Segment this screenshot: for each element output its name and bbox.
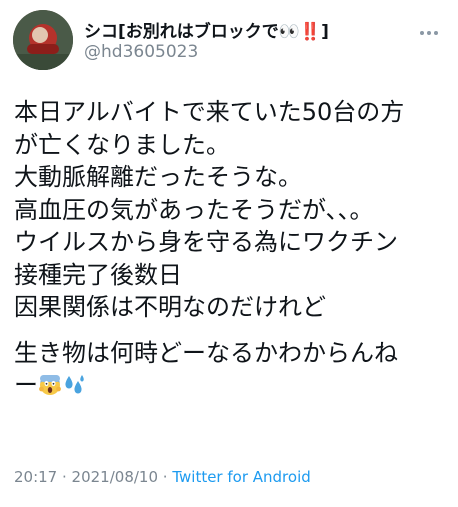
tweet-line: ウイルスから身を守る為にワクチン (14, 228, 398, 256)
tweet-line: 接種完了後数日 (14, 260, 182, 289)
tweet-line: 因果関係は不明なのだけれど (14, 293, 326, 321)
tweet-line: 高血圧の気があったそうだが、、。 (14, 195, 374, 224)
tweet-line: 生き物は何時どーなるかわからんね (14, 338, 398, 367)
dot (427, 31, 431, 35)
tweet-card: シコ[お別れはブロックで👀‼️] @hd3605023 本日アルバイトで来ていた… (0, 0, 458, 507)
tweet-text: 本日アルバイトで来ていた50台の方 が亡くなりました。 大動脈解離だったそうな。… (14, 96, 450, 402)
tweet-meta: 20:17 · 2021/08/10 · Twitter for Android (14, 468, 311, 486)
tweet-source-link[interactable]: Twitter for Android (172, 468, 310, 486)
dot (434, 31, 438, 35)
meta-separator: · (57, 468, 72, 486)
sweat-droplets-icon (65, 375, 84, 394)
face-screaming-in-fear-icon (39, 375, 61, 395)
meta-separator: · (158, 468, 173, 486)
tweet-line: が亡くなりました。 (14, 130, 230, 159)
tweet-line-last: ー (14, 369, 450, 402)
tweet-line: 大動脈解離だったそうな。 (14, 163, 302, 191)
tweet-date[interactable]: 2021/08/10 (72, 468, 158, 486)
avatar[interactable] (13, 10, 73, 70)
tweet-line-prefix: ー (14, 371, 38, 399)
tweet-time[interactable]: 20:17 (14, 468, 57, 486)
user-handle[interactable]: @hd3605023 (84, 42, 198, 62)
more-options-icon[interactable] (420, 20, 444, 35)
dot (420, 31, 424, 35)
avatar-image (13, 10, 73, 70)
display-name[interactable]: シコ[お別れはブロックで👀‼️] (84, 17, 329, 42)
tweet-line: 本日アルバイトで来ていた50台の方 (14, 98, 405, 126)
